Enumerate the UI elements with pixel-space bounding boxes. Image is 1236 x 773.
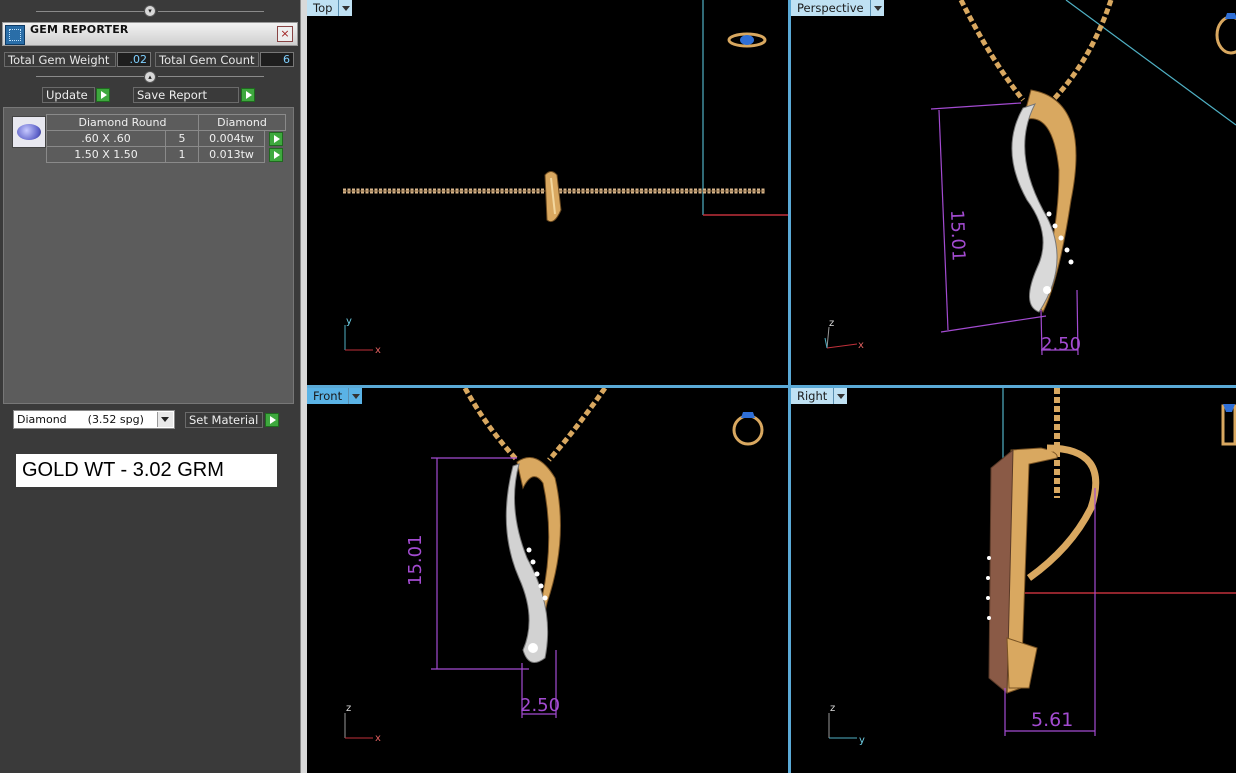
ring-top-icon (727, 32, 767, 48)
gem-reporter-panel: ▾ GEM REPORTER × Total Gem Weight .02 To… (0, 0, 300, 773)
gem-table-header: Diamond Round Diamond (46, 114, 286, 131)
gem-weight: 0.004tw (198, 130, 265, 147)
set-material-button[interactable]: Set Material (185, 412, 263, 428)
column-header-shape: Diamond Round (46, 114, 199, 131)
total-gem-count-value: 6 (260, 52, 294, 67)
axis-indicator: z x (344, 703, 381, 744)
gem-reporter-titlebar: GEM REPORTER × (2, 22, 298, 46)
set-material-go-icon[interactable] (265, 413, 279, 427)
row-go-icon[interactable] (269, 131, 284, 146)
viewport-right-canvas: 5.61 z y (828, 388, 1236, 746)
viewport-front-title: Front (313, 389, 343, 403)
viewport-front-canvas: 15.01 2.50 z x (344, 388, 764, 744)
viewport-perspective-canvas: 15.01 2.50 z x (824, 0, 1236, 356)
pendant-right-view (986, 444, 1100, 695)
gem-count: 5 (165, 130, 199, 147)
material-select[interactable]: Diamond (3.52 spg) (13, 410, 175, 429)
chevron-down-icon[interactable] (157, 412, 173, 427)
viewport-top-title: Top (313, 1, 333, 15)
axis-z-label: z (830, 703, 835, 714)
dimension-depth-label: 5.61 (1031, 709, 1073, 731)
axis-x-label: x (375, 733, 381, 744)
panel-title: GEM REPORTER (30, 23, 129, 36)
update-button[interactable]: Update (42, 87, 95, 103)
save-report-button-label: Save Report (137, 88, 208, 102)
viewport-perspective-title: Perspective (797, 1, 864, 15)
gem-size: 1.50 X 1.50 (46, 146, 166, 163)
total-gem-count-label: Total Gem Count (155, 52, 259, 67)
viewport-front[interactable]: 15.01 2.50 z x Front (307, 388, 788, 773)
chevron-down-icon[interactable] (869, 0, 884, 16)
material-select-value: Diamond (3.52 spg) (17, 413, 144, 426)
ring-perspective-icon (1215, 13, 1236, 55)
gem-size: .60 X .60 (46, 130, 166, 147)
save-report-button[interactable]: Save Report (133, 87, 239, 103)
row-go-icon[interactable] (269, 147, 284, 162)
axis-indicator: z x (824, 318, 864, 351)
gem-count: 1 (165, 146, 199, 163)
viewport-label-top[interactable]: Top (307, 0, 353, 16)
collapse-top-icon[interactable]: ▾ (144, 5, 156, 17)
column-header-material: Diamond (198, 114, 286, 131)
viewport-top-canvas: y x (343, 0, 788, 356)
axis-x-label: x (375, 345, 381, 356)
axis-z-label: z (829, 318, 834, 329)
gem-table: Diamond Round Diamond .60 X .60 5 0.004t… (46, 114, 286, 163)
panel-header-strip: ▾ (0, 0, 300, 22)
chevron-down-icon[interactable] (338, 0, 353, 16)
viewport-label-right[interactable]: Right (791, 388, 848, 404)
panel-splitter[interactable] (300, 0, 307, 773)
viewport-perspective[interactable]: 15.01 2.50 z x Perspective (791, 0, 1236, 385)
viewport-top[interactable]: y x Top (307, 0, 788, 385)
viewport-right-title: Right (797, 389, 828, 403)
dimension-width-label: 2.50 (1041, 334, 1081, 355)
axis-x-label: x (858, 340, 864, 351)
save-report-go-icon[interactable] (241, 88, 255, 102)
pendant-front-view (505, 457, 561, 663)
table-row[interactable]: .60 X .60 5 0.004tw (46, 130, 286, 147)
gold-weight-note: GOLD WT - 3.02 GRM (16, 454, 277, 487)
collapse-middle-icon[interactable]: ▴ (144, 71, 156, 83)
axis-indicator: z y (828, 703, 865, 746)
table-row[interactable]: 1.50 X 1.50 1 0.013tw (46, 146, 286, 163)
update-button-label: Update (46, 88, 88, 102)
gem-list-area: Diamond Round Diamond .60 X .60 5 0.004t… (3, 107, 294, 404)
dimension-height-label: 15.01 (946, 209, 969, 261)
total-gem-weight-value: .02 (117, 52, 151, 67)
gem-icon (17, 124, 41, 140)
set-material-button-label: Set Material (189, 413, 259, 427)
diamond-round-thumbnail[interactable] (12, 116, 46, 148)
pendant-perspective-view (1011, 89, 1077, 313)
viewport-label-front[interactable]: Front (307, 388, 363, 404)
gem-reporter-app-icon (5, 25, 25, 45)
ring-front-icon (732, 412, 764, 446)
viewport-right[interactable]: 5.61 z y Right (791, 388, 1236, 773)
close-icon[interactable]: × (277, 26, 293, 42)
dimension-height-label: 15.01 (405, 534, 426, 586)
chevron-down-icon[interactable] (833, 388, 848, 404)
dimension-width-label: 2.50 (520, 695, 560, 716)
update-go-icon[interactable] (96, 88, 110, 102)
ring-right-icon (1221, 404, 1236, 446)
total-gem-weight-label: Total Gem Weight (4, 52, 116, 67)
axis-indicator: y x (344, 316, 381, 356)
chevron-down-icon[interactable] (348, 388, 363, 404)
axis-y-label: y (859, 735, 865, 746)
gem-weight: 0.013tw (198, 146, 265, 163)
axis-y-label: y (346, 316, 352, 327)
axis-z-label: z (346, 703, 351, 714)
pendant-top-view (544, 171, 562, 223)
viewport-label-perspective[interactable]: Perspective (791, 0, 884, 16)
